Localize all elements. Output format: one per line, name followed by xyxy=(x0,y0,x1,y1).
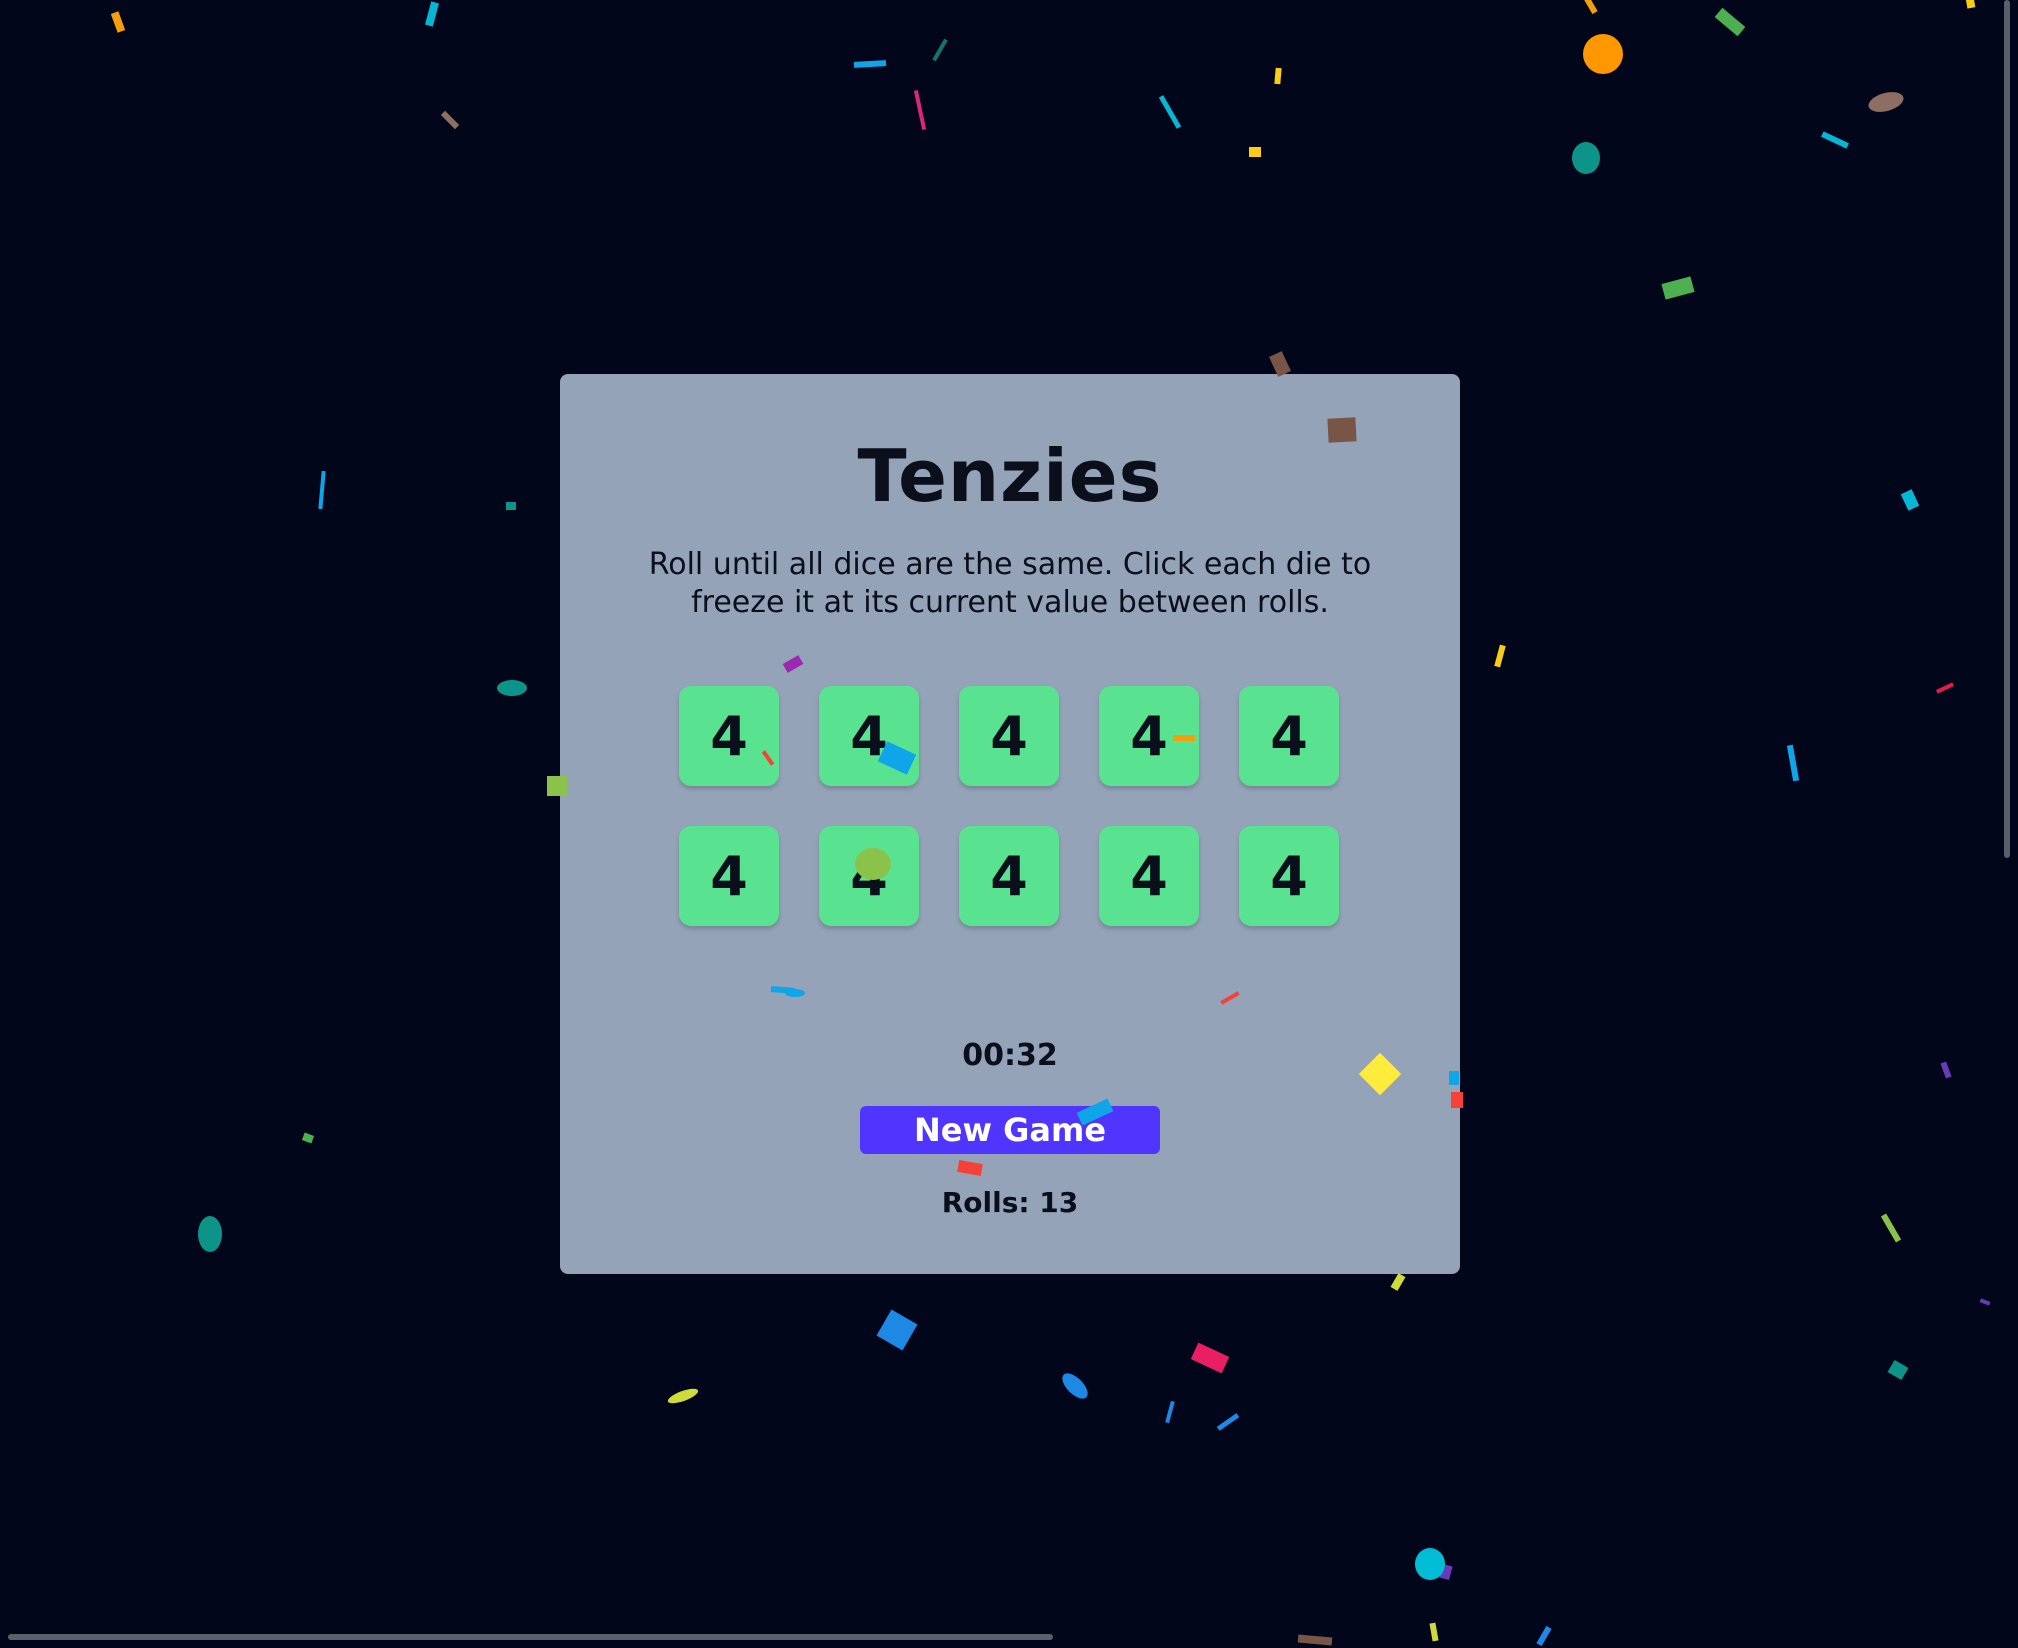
die-4[interactable]: 4 xyxy=(1099,686,1199,786)
confetti-piece xyxy=(1158,95,1182,129)
confetti-piece xyxy=(1880,1213,1902,1243)
confetti-piece xyxy=(1900,489,1920,511)
confetti-piece xyxy=(425,1,439,27)
confetti-piece xyxy=(1390,1273,1406,1291)
confetti-piece xyxy=(1429,1622,1439,1642)
confetti-piece xyxy=(110,11,126,33)
confetti-piece xyxy=(497,680,527,696)
new-game-button[interactable]: New Game xyxy=(860,1106,1160,1154)
dice-grid: 4 4 4 4 4 4 4 4 4 4 xyxy=(679,686,1343,926)
confetti-piece xyxy=(913,90,927,130)
confetti-piece xyxy=(440,110,460,130)
die-1[interactable]: 4 xyxy=(679,686,779,786)
confetti-piece xyxy=(506,502,516,510)
confetti-piece xyxy=(301,1132,315,1144)
die-8[interactable]: 4 xyxy=(959,826,1059,926)
confetti-piece xyxy=(198,1216,222,1252)
confetti-piece xyxy=(1714,7,1746,37)
confetti-piece xyxy=(876,1309,918,1351)
horizontal-scrollbar[interactable] xyxy=(8,1634,1053,1640)
confetti-piece xyxy=(667,1388,699,1404)
confetti-piece xyxy=(1572,142,1600,174)
confetti-piece xyxy=(1582,0,1598,15)
confetti-piece xyxy=(1415,1548,1445,1580)
game-screen: Tenzies Roll until all dice are the same… xyxy=(0,0,2018,1648)
confetti-piece xyxy=(1062,1373,1088,1399)
die-5[interactable]: 4 xyxy=(1239,686,1339,786)
confetti-piece xyxy=(1935,682,1955,694)
confetti-piece xyxy=(1887,1359,1909,1381)
confetti-piece xyxy=(1439,1563,1453,1581)
confetti-piece xyxy=(1868,92,1904,112)
confetti-piece xyxy=(318,470,326,510)
game-instructions: Roll until all dice are the same. Click … xyxy=(648,547,1372,620)
confetti-piece xyxy=(1940,1061,1952,1079)
confetti-piece xyxy=(1216,1413,1240,1431)
confetti-piece xyxy=(1661,276,1695,300)
confetti-piece xyxy=(1979,1298,1991,1306)
confetti-piece xyxy=(1190,1342,1230,1374)
die-6[interactable]: 4 xyxy=(679,826,779,926)
confetti-piece xyxy=(1536,1625,1552,1647)
confetti-piece xyxy=(1786,744,1800,782)
timer: 00:32 xyxy=(962,1038,1058,1073)
die-3[interactable]: 4 xyxy=(959,686,1059,786)
game-title: Tenzies xyxy=(857,434,1163,518)
confetti-piece xyxy=(853,60,887,68)
confetti-piece xyxy=(1297,1634,1333,1646)
die-7[interactable]: 4 xyxy=(819,826,919,926)
confetti-piece xyxy=(1964,0,1976,9)
confetti-piece xyxy=(932,38,948,62)
game-panel: Tenzies Roll until all dice are the same… xyxy=(560,374,1460,1274)
confetti-piece xyxy=(1249,147,1261,157)
die-2[interactable]: 4 xyxy=(819,686,919,786)
die-10[interactable]: 4 xyxy=(1239,826,1339,926)
confetti-piece xyxy=(1165,1400,1175,1424)
roll-counter: Rolls: 13 xyxy=(941,1186,1079,1219)
vertical-scrollbar[interactable] xyxy=(2004,0,2010,858)
confetti-piece xyxy=(1494,644,1506,668)
die-9[interactable]: 4 xyxy=(1099,826,1199,926)
confetti-piece xyxy=(1821,131,1849,149)
confetti-piece xyxy=(1583,34,1623,74)
confetti-piece xyxy=(1274,67,1282,85)
